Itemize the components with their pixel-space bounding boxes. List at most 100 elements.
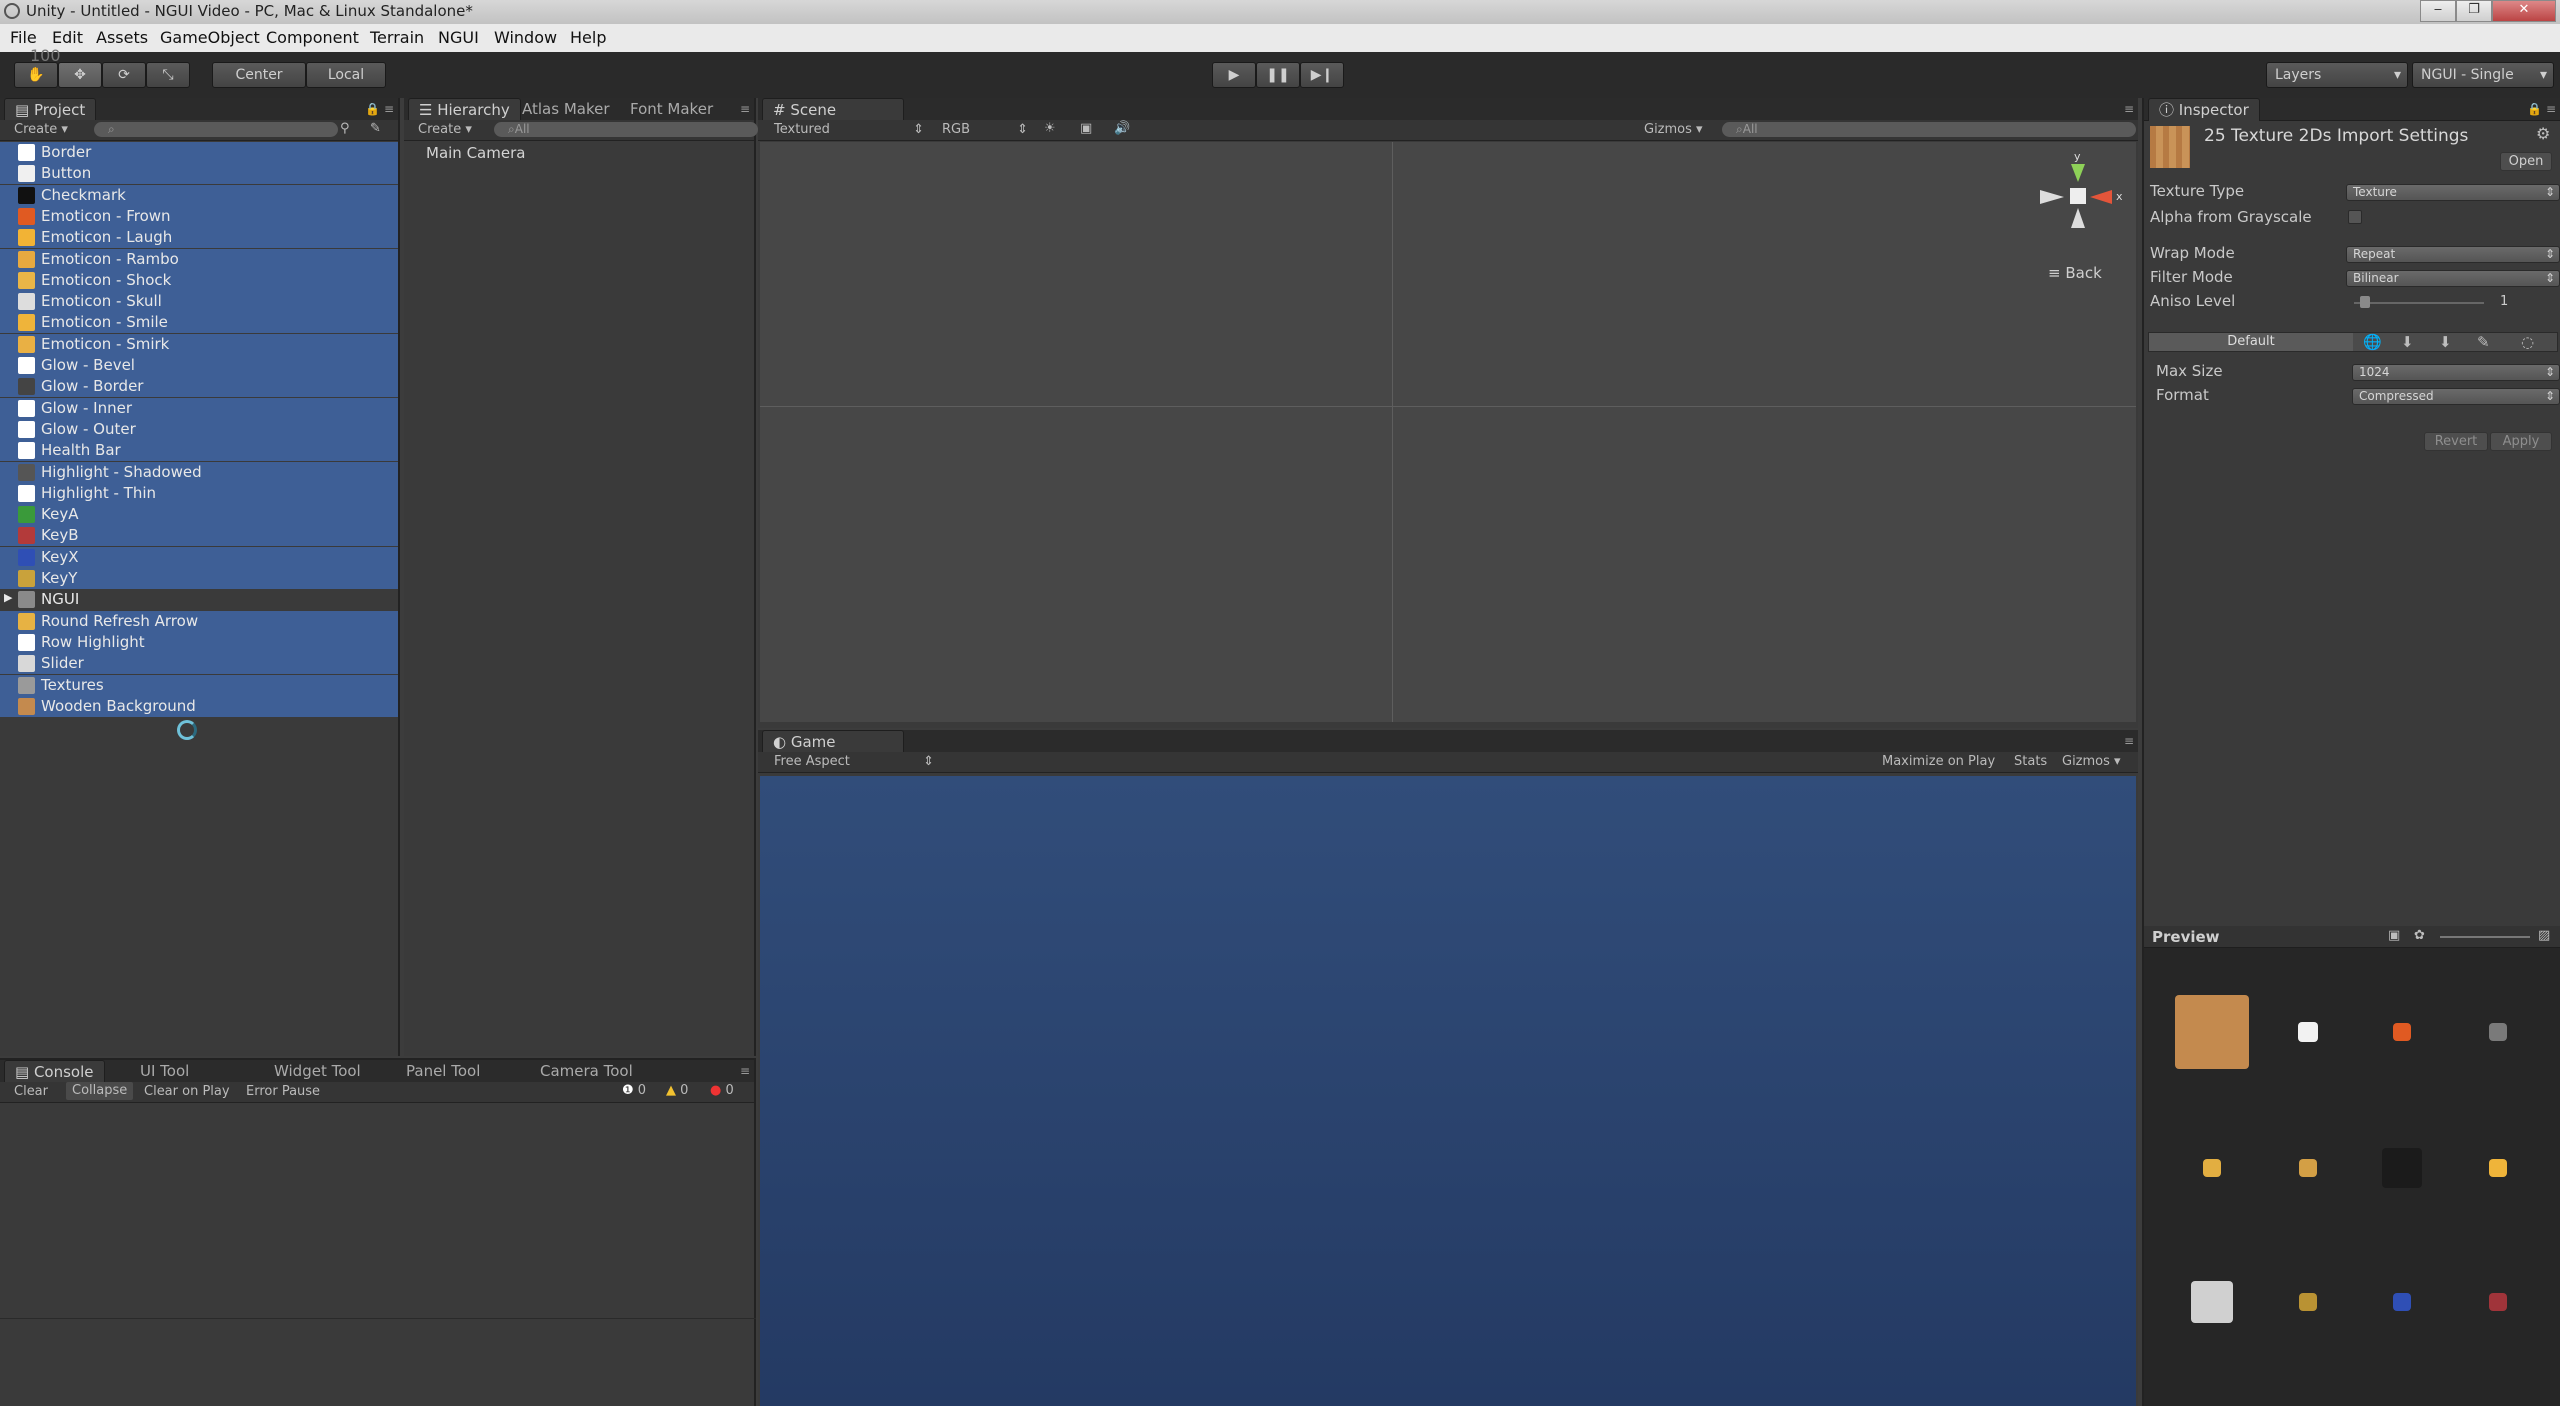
platform-tab-default[interactable]: Default <box>2149 333 2353 351</box>
project-item-keyy[interactable]: KeyY <box>0 568 398 589</box>
menu-gameobject[interactable]: GameObject <box>160 28 260 47</box>
tab-hierarchy[interactable]: ☰ Hierarchy <box>408 98 521 121</box>
project-item-glow-border[interactable]: Glow - Border <box>0 376 398 398</box>
pause-button[interactable]: ❚❚ <box>1256 62 1300 88</box>
menu-ngui[interactable]: NGUI <box>438 28 479 47</box>
game-viewport[interactable] <box>760 776 2136 1406</box>
tab-scene[interactable]: # Scene <box>762 98 904 121</box>
panel-menu-icon[interactable]: 🔒 ≡ <box>365 102 394 116</box>
panel-menu-icon[interactable]: ≡ <box>2124 734 2134 748</box>
tab-console[interactable]: ▤ Console <box>4 1060 105 1083</box>
hierarchy-item-main-camera[interactable]: Main Camera <box>426 144 525 162</box>
stats-toggle[interactable]: Stats <box>2014 754 2047 769</box>
menu-terrain[interactable]: Terrain <box>370 28 424 47</box>
tab-widget-tool[interactable]: Widget Tool <box>264 1060 371 1082</box>
project-item-keya[interactable]: KeyA <box>0 504 398 526</box>
preview-color-icon[interactable]: ✿ <box>2414 928 2425 943</box>
maximize-on-play-toggle[interactable]: Maximize on Play <box>1882 754 1995 769</box>
format-dropdown[interactable]: Compressed ⇕ <box>2352 388 2560 405</box>
alpha-grayscale-checkbox[interactable] <box>2348 210 2362 224</box>
game-gizmos-dropdown[interactable]: Gizmos ▾ <box>2062 754 2121 769</box>
web-platform-icon[interactable]: 🌐 <box>2363 333 2382 351</box>
layers-dropdown[interactable]: Layers ▾ <box>2266 62 2408 88</box>
space-local-button[interactable]: Local <box>306 62 386 88</box>
tab-panel-tool[interactable]: Panel Tool <box>396 1060 490 1082</box>
expand-arrow-icon[interactable]: ▶ <box>4 591 12 604</box>
max-size-dropdown[interactable]: 1024 ⇕ <box>2352 364 2560 381</box>
project-item-keyx[interactable]: KeyX <box>0 546 398 568</box>
minimize-button[interactable]: ‒ <box>2420 0 2456 22</box>
other-platform-icon[interactable]: ◌ <box>2521 333 2534 351</box>
console-clear-on-play-button[interactable]: Clear on Play <box>144 1084 230 1099</box>
project-item-emoticon-rambo[interactable]: Emoticon - Rambo <box>0 248 398 270</box>
menu-assets[interactable]: Assets <box>96 28 148 47</box>
project-item-emoticon-frown[interactable]: Emoticon - Frown <box>0 205 398 227</box>
aspect-dropdown[interactable]: Free Aspect ⇕ <box>774 754 934 769</box>
play-button[interactable]: ▶ <box>1212 62 1256 88</box>
project-item-checkmark[interactable]: Checkmark <box>0 184 398 206</box>
project-item-glow-bevel[interactable]: Glow - Bevel <box>0 355 398 376</box>
project-item-button[interactable]: Button <box>0 163 398 185</box>
project-item-border[interactable]: Border <box>0 142 398 163</box>
project-item-emoticon-laugh[interactable]: Emoticon - Laugh <box>0 227 398 249</box>
warning-count-toggle[interactable]: ▲ 0 <box>666 1083 688 1098</box>
layout-dropdown[interactable]: NGUI - Single ▾ <box>2412 62 2554 88</box>
hierarchy-search-input[interactable]: ⌕All <box>494 122 758 137</box>
menu-edit[interactable]: Edit <box>52 28 83 47</box>
scene-orientation-gizmo[interactable]: y x <box>2030 150 2130 250</box>
close-button[interactable]: ✕ <box>2492 0 2556 22</box>
preview-channel-icon[interactable]: ▣ <box>2388 928 2400 943</box>
project-item-row-highlight[interactable]: Row Highlight <box>0 631 398 653</box>
move-tool-button[interactable]: ✥ <box>58 62 102 88</box>
revert-button[interactable]: Revert <box>2424 432 2488 451</box>
step-button[interactable]: ▶❙ <box>1300 62 1344 88</box>
filter-mode-dropdown[interactable]: Bilinear ⇕ <box>2346 270 2560 287</box>
project-item-slider[interactable]: Slider <box>0 653 398 675</box>
project-item-keyb[interactable]: KeyB <box>0 525 398 547</box>
filter-type-icon[interactable]: ⚲ <box>340 121 350 136</box>
project-search-input[interactable]: ⌕ <box>94 122 338 137</box>
project-create-button[interactable]: Create ▾ <box>14 122 68 137</box>
scene-search-input[interactable]: ⌕All <box>1722 122 2136 137</box>
project-item-glow-outer[interactable]: Glow - Outer <box>0 418 398 440</box>
tab-inspector[interactable]: ⓘ Inspector <box>2148 98 2260 121</box>
error-count-toggle[interactable]: ● 0 <box>710 1083 734 1098</box>
project-item-textures[interactable]: Textures <box>0 674 398 696</box>
preview-mip-slider[interactable] <box>2440 936 2530 938</box>
preview-mip-icon[interactable]: ▨ <box>2538 928 2550 943</box>
channel-dropdown[interactable]: RGB ⇕ <box>942 122 1028 137</box>
tab-game[interactable]: ◐ Game <box>762 730 904 753</box>
rotate-tool-button[interactable]: ⟳ <box>102 62 146 88</box>
panel-menu-icon[interactable]: 🔒 ≡ <box>2527 102 2556 116</box>
project-item-ngui[interactable]: ▶ NGUI <box>0 589 398 610</box>
texture-type-dropdown[interactable]: Texture ⇕ <box>2346 184 2560 201</box>
console-clear-button[interactable]: Clear <box>14 1084 48 1099</box>
menu-help[interactable]: Help <box>570 28 606 47</box>
maximize-button[interactable]: ❐ <box>2456 0 2492 22</box>
project-item-highlight-shadowed[interactable]: Highlight - Shadowed <box>0 461 398 483</box>
panel-menu-icon[interactable]: ≡ <box>2124 102 2134 116</box>
scale-tool-button[interactable]: ⤡ <box>146 62 190 88</box>
menu-file[interactable]: File <box>10 28 37 47</box>
project-item-emoticon-smile[interactable]: Emoticon - Smile <box>0 312 398 334</box>
apply-button[interactable]: Apply <box>2490 432 2552 451</box>
image-toggle-icon[interactable]: ▣ <box>1080 121 1092 136</box>
project-item-emoticon-shock[interactable]: Emoticon - Shock <box>0 269 398 291</box>
tab-project[interactable]: ▤ Project <box>4 98 97 121</box>
panel-menu-icon[interactable]: ≡ <box>740 1064 750 1078</box>
tab-ui-tool[interactable]: UI Tool <box>130 1060 199 1082</box>
gizmos-dropdown[interactable]: Gizmos ▾ <box>1644 122 1703 137</box>
project-item-health-bar[interactable]: Health Bar <box>0 440 398 462</box>
project-item-round-refresh-arrow[interactable]: Round Refresh Arrow <box>0 610 398 632</box>
flash-platform-icon[interactable]: ✎ <box>2477 333 2490 351</box>
lighting-toggle-icon[interactable]: ☀ <box>1044 121 1056 136</box>
aniso-value-field[interactable]: 1 <box>2496 294 2552 309</box>
project-item-glow-inner[interactable]: Glow - Inner <box>0 397 398 419</box>
audio-toggle-icon[interactable]: 🔊 <box>1114 121 1130 136</box>
pivot-center-button[interactable]: Center <box>212 62 306 88</box>
hand-tool-button[interactable]: ✋ <box>14 62 58 88</box>
render-mode-dropdown[interactable]: Textured ⇕ <box>774 122 924 137</box>
filter-label-icon[interactable]: ✎ <box>370 121 381 136</box>
android-platform-icon[interactable]: ⬇ <box>2439 333 2452 351</box>
tab-atlas-maker[interactable]: Atlas Maker <box>512 98 620 120</box>
